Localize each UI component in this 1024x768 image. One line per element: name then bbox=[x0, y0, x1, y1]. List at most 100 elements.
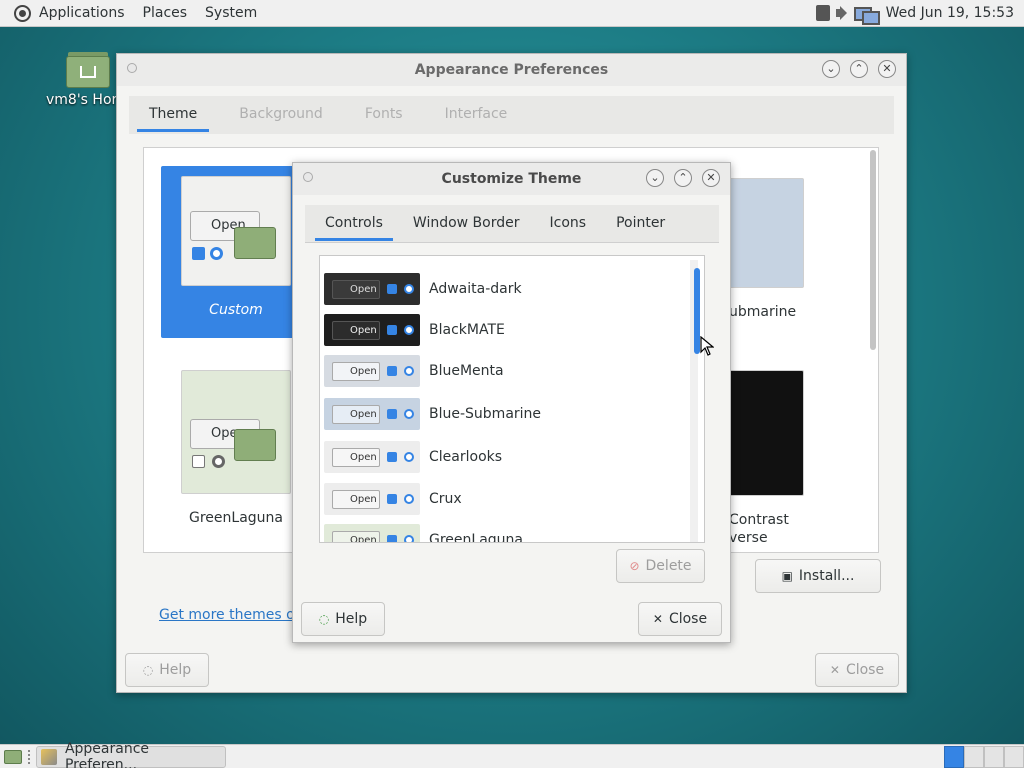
open-button-preview: Open bbox=[332, 490, 380, 509]
home-folder-icon bbox=[66, 50, 110, 88]
minimize-button[interactable]: ⌄ bbox=[646, 169, 664, 187]
distro-logo-icon[interactable] bbox=[14, 4, 31, 22]
theme-name-line2: verse bbox=[729, 530, 768, 546]
theme-name: Contrast bbox=[729, 512, 789, 528]
delete-button[interactable]: ⊘ Delete bbox=[616, 549, 705, 583]
theme-list-name: Crux bbox=[429, 491, 462, 507]
theme-item-greenlaguna[interactable]: Ope GreenLaguna bbox=[161, 370, 311, 526]
theme-item-high-contrast-inverse[interactable]: Contrast verse bbox=[729, 370, 879, 546]
taskbar-item-appearance[interactable]: Appearance Preferen... bbox=[36, 741, 226, 768]
customize-theme-dialog: Customize Theme ⌄ ⌃ ✕ Controls Window Bo… bbox=[292, 162, 731, 643]
theme-grid-scrollbar[interactable] bbox=[870, 150, 876, 350]
theme-list-name: Clearlooks bbox=[429, 449, 503, 465]
theme-list-name: Adwaita-dark bbox=[429, 281, 522, 297]
theme-preview: Open bbox=[324, 524, 420, 542]
window-menu-icon[interactable] bbox=[303, 172, 313, 182]
workspace-3[interactable] bbox=[984, 745, 1004, 768]
theme-list-row[interactable]: Open Adwaita-dark bbox=[324, 273, 684, 305]
theme-preview: Open bbox=[181, 176, 291, 286]
tab-pointer[interactable]: Pointer bbox=[606, 205, 675, 241]
theme-preview bbox=[729, 178, 804, 288]
theme-preview: Open bbox=[324, 398, 420, 430]
radio-preview bbox=[404, 535, 414, 542]
checkbox-preview bbox=[387, 535, 397, 542]
network-icon[interactable] bbox=[853, 5, 880, 25]
bottom-panel: Appearance Preferen... bbox=[0, 741, 1024, 768]
menu-applications[interactable]: Applications bbox=[39, 5, 125, 21]
folder-icon bbox=[234, 429, 276, 461]
radio-preview bbox=[404, 452, 414, 462]
install-button[interactable]: ▣ Install... bbox=[755, 559, 881, 593]
appearance-titlebar[interactable]: Appearance Preferences ⌄ ⌃ ✕ bbox=[117, 54, 906, 86]
theme-name: Custom bbox=[209, 302, 263, 318]
appearance-title: Appearance Preferences bbox=[414, 62, 609, 78]
theme-preview: Open bbox=[324, 483, 420, 515]
workspace-4[interactable] bbox=[1004, 745, 1024, 768]
open-button-preview: Open bbox=[332, 321, 380, 340]
tab-icons[interactable]: Icons bbox=[540, 205, 597, 241]
close-icon: ✕ bbox=[829, 663, 840, 677]
open-button-preview: Open bbox=[332, 280, 380, 299]
theme-preview: Open bbox=[324, 273, 420, 305]
theme-list-name: GreenLaguna bbox=[429, 532, 523, 543]
tab-theme[interactable]: Theme bbox=[137, 96, 210, 132]
radio-preview bbox=[404, 494, 414, 504]
minimize-button[interactable]: ⌄ bbox=[822, 60, 840, 78]
close-button[interactable]: ✕ Close bbox=[815, 653, 899, 687]
controls-theme-list[interactable]: Open Adwaita-dark Open BlackMATE Open BlueMen… bbox=[319, 255, 705, 543]
checkbox-preview bbox=[192, 455, 205, 468]
theme-item-custom[interactable]: Open Custom bbox=[161, 166, 311, 338]
close-button[interactable]: ✕ Close bbox=[638, 602, 722, 636]
checkbox-preview bbox=[387, 409, 397, 419]
radio-preview bbox=[212, 455, 225, 468]
workspace-switcher[interactable] bbox=[944, 745, 1024, 768]
tab-background[interactable]: Background bbox=[227, 96, 335, 132]
show-desktop-icon[interactable] bbox=[4, 749, 22, 764]
theme-preview: Open bbox=[324, 441, 420, 473]
menu-bar: Applications Places System bbox=[0, 0, 283, 27]
workspace-1[interactable] bbox=[944, 745, 964, 768]
delete-icon: ⊘ bbox=[629, 559, 640, 573]
theme-list-row[interactable]: Open Clearlooks bbox=[324, 441, 684, 473]
close-window-button[interactable]: ✕ bbox=[702, 169, 720, 187]
maximize-button[interactable]: ⌃ bbox=[850, 60, 868, 78]
taskbar-item-label: Appearance Preferen... bbox=[64, 740, 149, 768]
menu-places[interactable]: Places bbox=[143, 5, 188, 21]
tab-interface[interactable]: Interface bbox=[433, 96, 520, 132]
get-more-themes-link[interactable]: Get more themes on bbox=[159, 607, 304, 623]
help-button[interactable]: ◌ Help bbox=[301, 602, 385, 636]
clock[interactable]: Wed Jun 19, 15:53 bbox=[886, 5, 1014, 21]
theme-list-row[interactable]: Open BlueMenta bbox=[324, 355, 684, 387]
radio-preview bbox=[404, 284, 414, 294]
customize-title: Customize Theme bbox=[441, 171, 582, 187]
theme-list-row[interactable]: Open BlackMATE bbox=[324, 314, 684, 346]
help-button[interactable]: ◌ Help bbox=[125, 653, 209, 687]
theme-preview: Open bbox=[324, 314, 420, 346]
theme-list-row[interactable]: Open Blue-Submarine bbox=[324, 398, 684, 430]
theme-name: ubmarine bbox=[729, 304, 797, 320]
checkbox-preview bbox=[387, 494, 397, 504]
workspace-2[interactable] bbox=[964, 745, 984, 768]
handle-icon bbox=[28, 749, 32, 764]
menu-system[interactable]: System bbox=[205, 5, 257, 21]
tab-controls[interactable]: Controls bbox=[315, 205, 393, 241]
theme-list-row[interactable]: Open Crux bbox=[324, 483, 684, 515]
maximize-button[interactable]: ⌃ bbox=[674, 169, 692, 187]
mouse-pointer-icon bbox=[700, 336, 714, 356]
theme-preview: Ope bbox=[181, 370, 291, 494]
theme-item-blue-submarine[interactable]: ubmarine bbox=[729, 178, 879, 320]
window-menu-icon[interactable] bbox=[127, 63, 137, 73]
install-icon: ▣ bbox=[781, 569, 793, 583]
volume-icon[interactable] bbox=[834, 5, 850, 21]
radio-preview bbox=[210, 247, 223, 260]
folder-icon bbox=[234, 227, 276, 259]
top-panel: Applications Places System Wed Jun 19, 1… bbox=[0, 0, 1024, 27]
theme-list-row[interactable]: Open GreenLaguna bbox=[324, 524, 684, 543]
customize-titlebar[interactable]: Customize Theme ⌄ ⌃ ✕ bbox=[293, 163, 730, 195]
checkbox-preview bbox=[192, 247, 205, 260]
mic-icon[interactable] bbox=[815, 5, 830, 21]
tab-fonts[interactable]: Fonts bbox=[353, 96, 415, 132]
close-window-button[interactable]: ✕ bbox=[878, 60, 896, 78]
radio-preview bbox=[404, 325, 414, 335]
tab-window-border[interactable]: Window Border bbox=[403, 205, 530, 241]
